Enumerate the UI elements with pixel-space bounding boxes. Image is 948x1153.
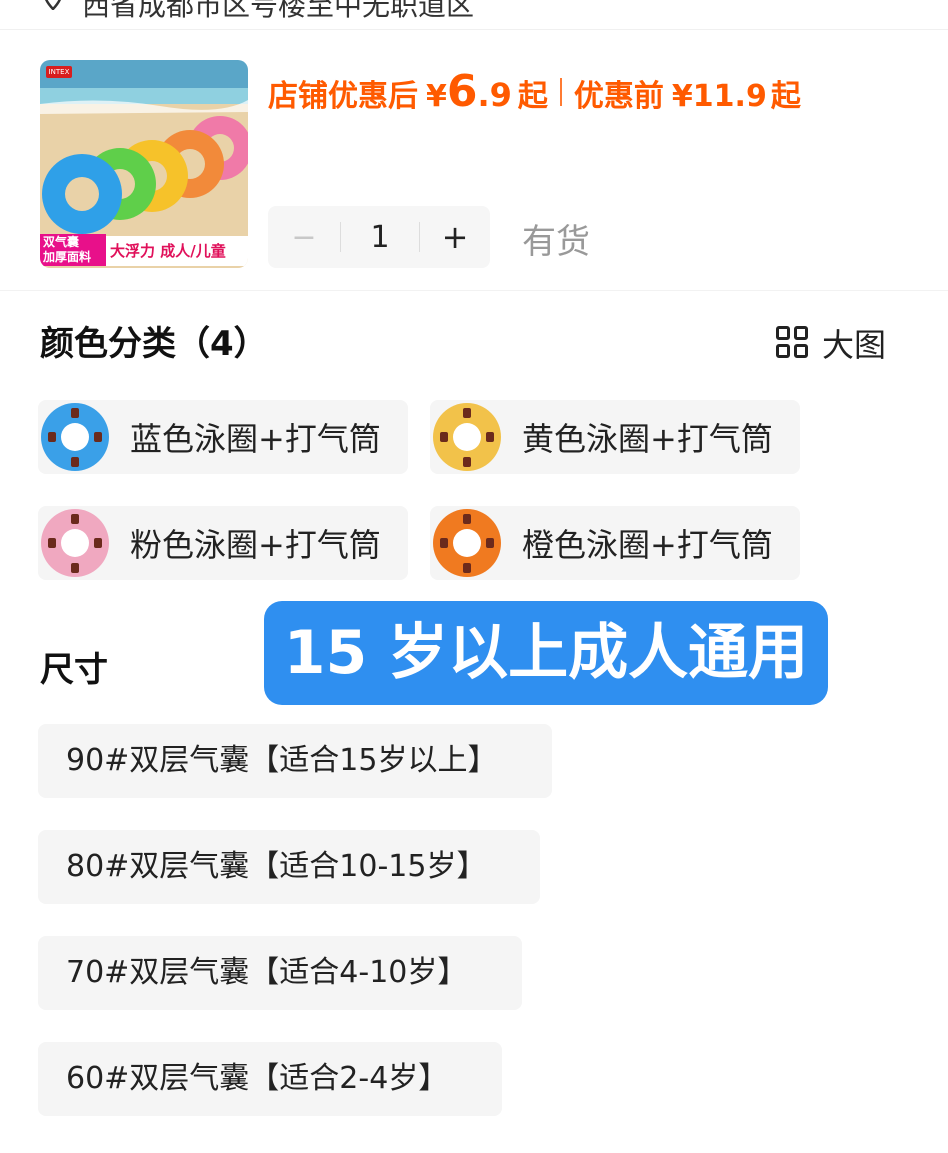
orange-ring-thumbnail	[432, 508, 502, 578]
color-option-pink[interactable]: 粉色泳圈+打气筒	[38, 506, 408, 580]
after-price-decimal: .9	[477, 76, 512, 114]
color-option-blue[interactable]: 蓝色泳圈+打气筒	[38, 400, 408, 474]
age-overlay-tag: 15 岁以上成人通用	[264, 601, 828, 705]
currency-symbol: ¥	[426, 79, 447, 114]
location-pin-icon	[45, 0, 61, 10]
badge-line-1: 双气囊	[43, 235, 80, 249]
section-divider	[0, 290, 948, 291]
blue-ring-thumbnail	[40, 402, 110, 472]
size-option-60[interactable]: 60#双层气囊【适合2-4岁】	[38, 1042, 502, 1116]
quantity-stepper[interactable]: − 1 +	[268, 206, 490, 268]
big-view-label: 大图	[822, 326, 887, 364]
feature-badge: 双气囊 加厚面料	[40, 234, 106, 266]
quantity-value[interactable]: 1	[341, 220, 419, 255]
color-section-title: 颜色分类（4）	[40, 324, 268, 364]
after-price-suffix: 起	[517, 79, 548, 114]
size-option-70[interactable]: 70#双层气囊【适合4-10岁】	[38, 936, 522, 1010]
address-strip[interactable]: 西省成都市区号楼至中无职道区	[0, 0, 948, 30]
pink-ring-thumbnail	[40, 508, 110, 578]
color-option-label: 粉色泳圈+打气筒	[130, 526, 381, 564]
color-option-label: 黄色泳圈+打气筒	[522, 420, 773, 458]
size-option-90[interactable]: 90#双层气囊【适合15岁以上】	[38, 724, 552, 798]
price-separator	[559, 77, 562, 106]
badge-line-2: 加厚面料	[43, 250, 92, 264]
decrease-button[interactable]: −	[268, 220, 340, 255]
color-option-orange[interactable]: 橙色泳圈+打气筒	[430, 506, 800, 580]
increase-button[interactable]: +	[420, 218, 490, 256]
before-price: ¥11.9	[671, 79, 767, 114]
before-price-suffix: 起	[770, 79, 801, 114]
big-view-button[interactable]: 大图	[776, 320, 886, 366]
size-option-80[interactable]: 80#双层气囊【适合10-15岁】	[38, 830, 540, 904]
product-image[interactable]: INTEX 双气囊 加厚面料 大浮力 成人/儿童	[40, 60, 248, 268]
brand-logo: INTEX	[46, 66, 72, 78]
feature-banner: 大浮力 成人/儿童	[106, 236, 248, 266]
price-row: 店铺优惠后 ¥ 6 .9 起 优惠前 ¥11.9 起	[268, 66, 801, 117]
after-price-integer: 6	[446, 66, 478, 117]
stock-status: 有货	[522, 222, 590, 262]
color-option-label: 橙色泳圈+打气筒	[522, 526, 773, 564]
grid-icon	[776, 326, 810, 360]
color-option-label: 蓝色泳圈+打气筒	[130, 420, 381, 458]
before-discount-label: 优惠前	[573, 79, 664, 114]
address-text: 西省成都市区号楼至中无职道区	[82, 0, 475, 22]
after-discount-label: 店铺优惠后	[268, 79, 418, 114]
color-option-yellow[interactable]: 黄色泳圈+打气筒	[430, 400, 800, 474]
size-section-title: 尺寸	[40, 650, 108, 690]
yellow-ring-thumbnail	[432, 402, 502, 472]
